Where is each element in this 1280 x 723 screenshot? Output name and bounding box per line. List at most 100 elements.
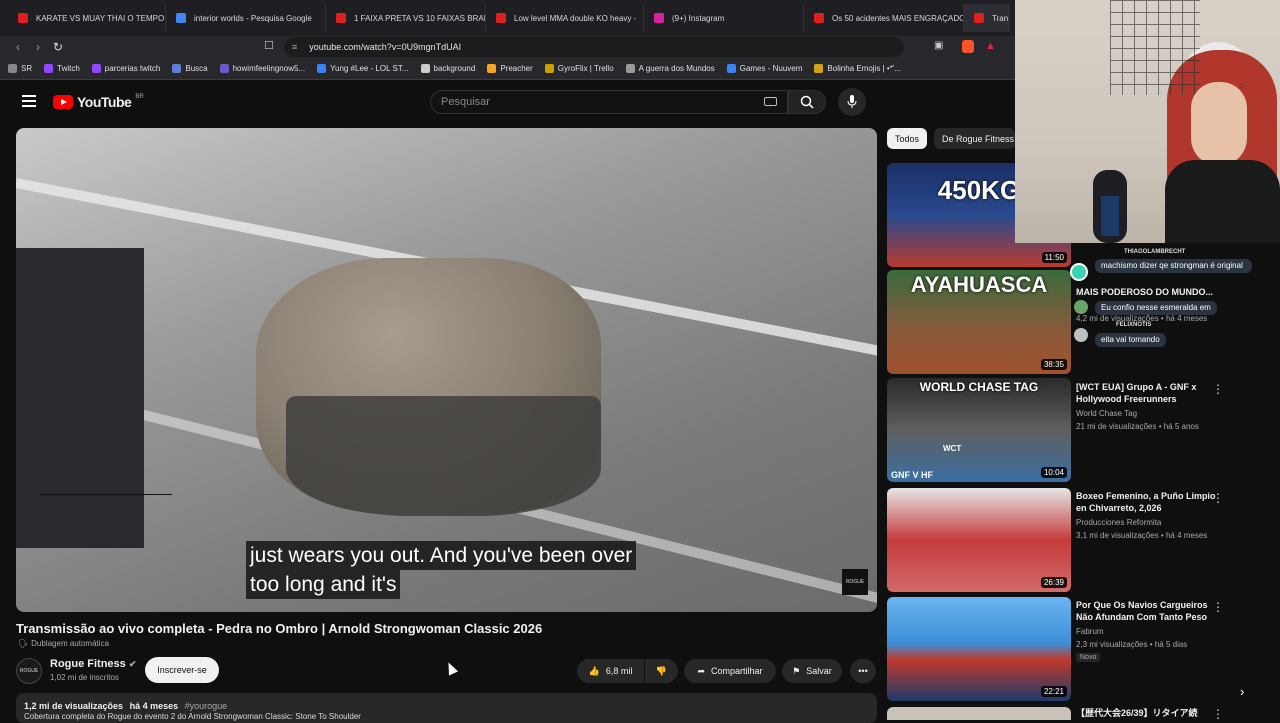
recommended-title[interactable]: Boxeo Femenino, a Puño Limpio en Chivarr… [1076,490,1216,514]
browser-tab[interactable]: KARATE VS MUAY THAI O TEMPO F [8,4,166,32]
floor-crack [40,494,172,495]
bookmark-item[interactable]: Games - Nuuvem [726,64,803,73]
bookmark-favicon-icon [625,64,635,73]
bookmark-item[interactable]: background [420,64,475,73]
verified-icon: ✔ [128,659,137,669]
reload-icon[interactable]: ↻ [48,37,68,57]
browser-tab[interactable]: interior worlds - Pesquisa Google [166,4,326,32]
bookmark-item[interactable]: parcerias twitch [91,64,160,73]
hashtag-link[interactable]: #yourogue [185,701,228,711]
video-duration: 38:35 [1040,359,1067,370]
bookmark-label: Preacher [500,64,533,73]
cast-icon[interactable]: ▣ [934,40,943,51]
subscribe-button[interactable]: Inscrever-se [145,657,219,683]
browser-tab[interactable]: Low level MMA double KO heavy - [486,4,644,32]
caption-line-2: too long and it's [246,570,401,599]
bookmark-item[interactable]: Yung #Lee - LOL ST... [317,64,409,73]
video-duration: 26:39 [1040,577,1067,588]
recommended-channel[interactable]: Producciones Reformita [1076,518,1161,527]
like-count: 6,8 mil [605,666,633,676]
thumbnail-text: AYAHUASCA [910,272,1048,297]
keyboard-icon[interactable] [764,97,777,106]
more-options-icon[interactable]: ⋮ [1212,382,1224,396]
like-button[interactable]: 👍 6,8 mil [577,659,644,683]
more-options-icon[interactable]: ⋮ [1212,491,1224,505]
recommended-meta: 21 mi de visualizações • há 5 anos [1076,422,1199,431]
chip-from-channel[interactable]: De Rogue Fitness [934,128,1015,149]
browser-tab[interactable]: Os 50 acidentes MAIS ENGRAÇADO [804,4,964,32]
browser-tab[interactable]: (9+) Instagram [644,4,804,32]
recommended-title[interactable]: 【歴代大会26/39】リタイア続 [1076,707,1216,719]
chat-avatar [1074,328,1088,342]
bookmark-item[interactable]: Preacher [487,64,533,73]
bookmark-favicon-icon [8,64,17,73]
recommended-channel[interactable]: Fabrum [1076,627,1104,636]
bookmark-item[interactable]: GyroFlix | Trello [544,64,614,73]
channel-name-text: Rogue Fitness [50,658,126,670]
tab-favicon-icon [974,13,984,23]
bookmark-label: A guerra dos Mundos [638,64,715,73]
recommended-title[interactable]: [WCT EUA] Grupo A - GNF x Hollywood Free… [1076,381,1216,405]
chip-all[interactable]: Todos [887,128,928,149]
bookmark-favicon-icon [317,64,327,73]
mouse-cursor-icon [443,660,459,676]
bookmark-item[interactable]: Bolinha Emojis | •*'... [814,64,901,73]
recommended-title[interactable]: MAIS PODEROSO DO MUNDO... [1076,286,1216,298]
youtube-logo[interactable]: YouTube BR [53,94,144,110]
recommended-thumbnail[interactable]: AYAHUASCA 38:35 [887,270,1071,374]
share-label: Compartilhar [711,666,763,676]
recommended-title[interactable]: Por Que Os Navios Cargueiros Não Afundam… [1076,599,1216,623]
url-field[interactable]: ≡ youtube.com/watch?v=0U9mgnTdUAI [284,37,904,57]
tab-label: Os 50 acidentes MAIS ENGRAÇADO [832,13,964,23]
chat-avatar [1070,263,1088,281]
view-count: 1,2 mi de visualizações [24,701,124,711]
youtube-header: YouTube BR Pesquisar [0,81,1015,123]
bookmark-favicon-icon [91,64,101,73]
bookmark-item[interactable]: howimfeelingnow5... [219,64,305,73]
bookmark-label: Games - Nuuvem [739,64,803,73]
back-arrow-icon[interactable]: ‹ [8,37,28,57]
share-icon: ➦ [697,665,705,676]
recommended-thumbnail[interactable]: WORLD CHASE TAG GNF V HF WCT 10:04 [887,378,1071,482]
more-actions-button[interactable]: ••• [850,659,876,683]
brave-shield-icon[interactable] [962,40,974,53]
dislike-button[interactable]: 👎 [645,659,678,683]
browser-tab[interactable]: 1 FAIXA PRETA VS 10 FAIXAS BRANC [326,4,486,32]
hamburger-menu-icon[interactable] [22,95,36,107]
country-code: BR [135,94,144,100]
new-badge: Novo [1076,653,1101,662]
recommended-thumbnail[interactable]: 26:39 [887,488,1071,592]
forward-arrow-icon[interactable]: › [28,37,48,57]
bookmark-item[interactable]: Busca [172,64,208,73]
video-player[interactable]: just wears you out. And you've been over… [16,128,877,612]
wall-hook: ○ [1239,80,1245,90]
recommended-thumbnail[interactable] [887,707,1071,720]
more-options-icon[interactable]: ⋮ [1212,600,1224,614]
search-button[interactable] [788,90,826,114]
search-icon [800,95,814,109]
bookmark-item[interactable]: SR [8,64,32,73]
chevron-right-icon[interactable]: › [1240,684,1244,699]
channel-avatar[interactable]: ROGUE [16,658,42,684]
bookmark-favicon-icon [420,64,430,73]
brave-rewards-icon[interactable]: ▲ [985,40,996,52]
voice-search-button[interactable] [838,88,866,116]
more-options-icon[interactable]: ⋮ [1212,707,1224,721]
channel-name[interactable]: Rogue Fitness ✔ [50,658,136,670]
bookmark-icon[interactable]: ☐ [264,39,274,52]
search-input[interactable]: Pesquisar [430,90,788,114]
chat-message: Eu confio nesse esmeralda em [1095,301,1217,315]
recommended-thumbnail[interactable]: 22:21 [887,597,1071,701]
bookmark-item[interactable]: Twitch [44,64,80,73]
tab-favicon-icon [336,13,346,23]
bookmarks-bar: SR Twitch parcerias twitch Busca howimfeelin… [0,58,1015,80]
tab-label: (9+) Instagram [672,13,725,23]
site-settings-icon[interactable]: ≡ [292,42,297,52]
browser-tab[interactable]: Tran [964,4,1010,32]
bookmark-item[interactable]: A guerra dos Mundos [625,64,715,73]
browser-tab-bar: KARATE VS MUAY THAI O TEMPO F interior wo… [0,0,1015,36]
recommended-channel[interactable]: World Chase Tag [1076,409,1137,418]
share-button[interactable]: ➦ Compartilhar [684,659,776,683]
tab-label: interior worlds - Pesquisa Google [194,13,312,23]
save-button[interactable]: ⚑ Salvar [782,659,842,683]
